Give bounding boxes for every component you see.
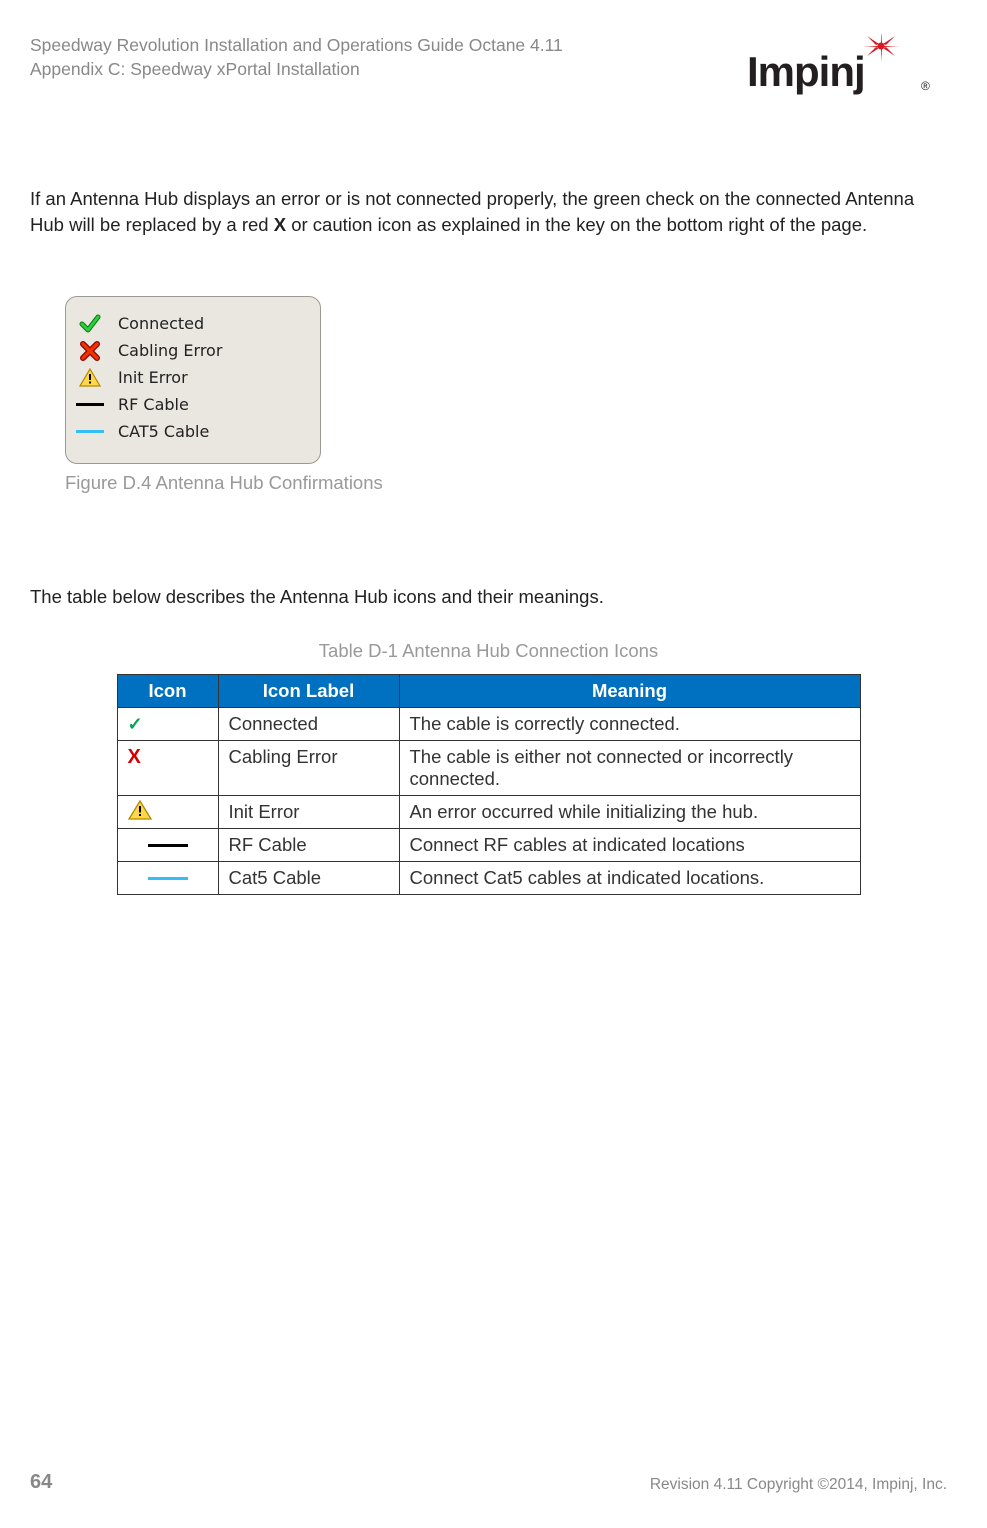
cell-label: RF Cable [218, 828, 399, 861]
cell-label: Cabling Error [218, 740, 399, 795]
cell-label: Init Error [218, 795, 399, 828]
header-text: Speedway Revolution Installation and Ope… [30, 34, 563, 81]
th-icon: Icon [117, 674, 218, 707]
cat5-line-icon [76, 422, 104, 442]
table-row: X Cabling Error The cable is either not … [117, 740, 860, 795]
cell-meaning: An error occurred while initializing the… [399, 795, 860, 828]
intro-paragraph: If an Antenna Hub displays an error or i… [30, 186, 947, 238]
legend-row-cablingerror: Cabling Error [76, 339, 306, 363]
x-icon [76, 341, 104, 361]
doc-title: Speedway Revolution Installation and Ope… [30, 34, 563, 58]
svg-text:Impinj: Impinj [747, 48, 865, 95]
legend-row-rfcable: RF Cable [76, 393, 306, 417]
x-icon: X [128, 746, 141, 768]
impinj-logo: Impinj ® [747, 34, 947, 98]
th-label: Icon Label [218, 674, 399, 707]
svg-text:®: ® [921, 79, 930, 93]
table-intro-paragraph: The table below describes the Antenna Hu… [30, 584, 947, 610]
cell-meaning: Connect Cat5 cables at indicated locatio… [399, 861, 860, 894]
legend-row-cat5cable: CAT5 Cable [76, 420, 306, 444]
cell-icon: X [117, 740, 218, 795]
legend-box: Connected Cabling Error Init Error RF Ca… [65, 296, 321, 464]
legend-row-initerror: Init Error [76, 366, 306, 390]
cell-meaning: The cable is either not connected or inc… [399, 740, 860, 795]
copyright: Revision 4.11 Copyright ©2014, Impinj, I… [650, 1476, 947, 1494]
cell-icon [117, 861, 218, 894]
cell-label: Cat5 Cable [218, 861, 399, 894]
table-row: ✓ Connected The cable is correctly conne… [117, 707, 860, 740]
cat5-line-icon [148, 877, 188, 880]
figure-d4: Connected Cabling Error Init Error RF Ca… [65, 296, 947, 494]
warning-icon [128, 800, 152, 821]
rf-line-icon [148, 844, 188, 847]
rf-line-icon [76, 395, 104, 415]
check-icon: ✓ [128, 714, 143, 734]
cell-label: Connected [218, 707, 399, 740]
table-row: Init Error An error occurred while initi… [117, 795, 860, 828]
cell-meaning: The cable is correctly connected. [399, 707, 860, 740]
table-row: RF Cable Connect RF cables at indicated … [117, 828, 860, 861]
antenna-hub-icons-table: Icon Icon Label Meaning ✓ Connected The … [117, 674, 861, 895]
table-row: Cat5 Cable Connect Cat5 cables at indica… [117, 861, 860, 894]
check-icon [76, 314, 104, 334]
cell-icon [117, 828, 218, 861]
figure-caption: Figure D.4 Antenna Hub Confirmations [65, 472, 947, 494]
cell-meaning: Connect RF cables at indicated locations [399, 828, 860, 861]
page-number: 64 [30, 1471, 52, 1494]
page-footer: 64 Revision 4.11 Copyright ©2014, Impinj… [30, 1471, 947, 1494]
doc-section: Appendix C: Speedway xPortal Installatio… [30, 58, 563, 82]
page-header: Speedway Revolution Installation and Ope… [30, 34, 947, 98]
cell-icon [117, 795, 218, 828]
table-caption: Table D-1 Antenna Hub Connection Icons [30, 640, 947, 662]
th-meaning: Meaning [399, 674, 860, 707]
warning-icon [76, 368, 104, 388]
legend-row-connected: Connected [76, 312, 306, 336]
cell-icon: ✓ [117, 707, 218, 740]
